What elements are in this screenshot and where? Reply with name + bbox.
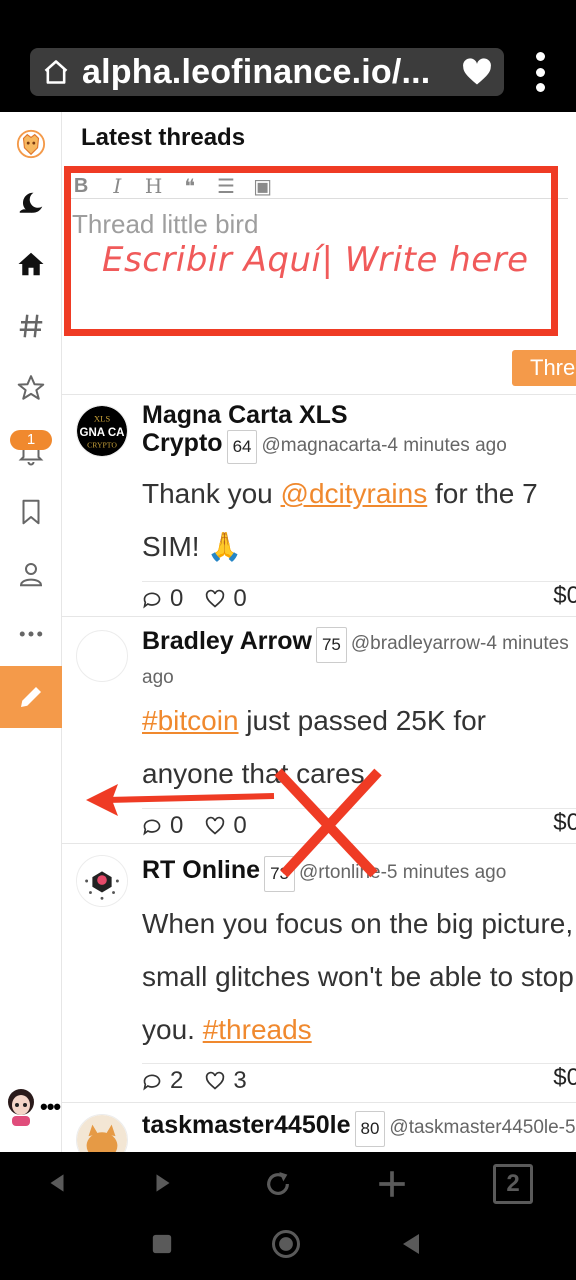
- post-text: just passed 25K for: [238, 705, 486, 736]
- tab-count-button[interactable]: 2: [493, 1164, 533, 1204]
- post-body: When you focus on the big picture, small…: [142, 897, 576, 1056]
- post-avatar[interactable]: [76, 855, 128, 907]
- post-text: Thank you: [142, 478, 281, 509]
- post-text: SIM! 🙏: [142, 531, 243, 562]
- post-author-name[interactable]: RT Online: [142, 856, 260, 884]
- thread-post[interactable]: RT Online 73 @rtonline-5 minutes ago When …: [62, 845, 576, 1103]
- annotation-write-here: Escribir Aquí| Write here: [102, 240, 529, 280]
- comment-icon: [143, 592, 161, 608]
- hashtag-link[interactable]: #bitcoin: [142, 705, 239, 736]
- post-author-name[interactable]: Magna Carta XLS: [142, 401, 576, 429]
- editor-toolbar: B I H ❝ ☰ ▣: [72, 174, 272, 198]
- address-bar[interactable]: alpha.leofinance.io/...: [30, 48, 504, 96]
- svg-text:CRYPTO: CRYPTO: [87, 440, 117, 449]
- system-back-icon[interactable]: [398, 1230, 424, 1258]
- thread-post[interactable]: XLS GNA CA CRYPTO Magna Carta XLS Crypto…: [62, 395, 576, 617]
- dark-mode-icon[interactable]: [13, 186, 49, 222]
- bold-button[interactable]: B: [72, 175, 90, 198]
- payout-value: $0: [553, 1064, 576, 1091]
- home-nav-icon[interactable]: [13, 246, 49, 282]
- heart-outline-icon: [206, 1071, 225, 1090]
- image-button[interactable]: ▣: [253, 174, 272, 198]
- post-author-name-cont[interactable]: Crypto: [142, 429, 223, 457]
- like-action[interactable]: 3: [205, 1066, 247, 1095]
- bookmark-icon[interactable]: [13, 494, 49, 530]
- post-header: taskmaster4450le80@taskmaster4450le-5 mi…: [142, 1110, 576, 1152]
- post-body: Thank you @dcityrains for the 7 SIM! 🙏: [142, 467, 576, 573]
- hashtag-link[interactable]: #threads: [203, 1014, 312, 1045]
- more-horizontal-icon[interactable]: [13, 616, 49, 652]
- leofinance-logo-icon[interactable]: [13, 126, 49, 162]
- post-handle-time-cont: ago: [142, 666, 174, 688]
- bottom-navigation: 2: [0, 1152, 576, 1280]
- post-header: Bradley Arrow 75 @bradleyarrow-4 minutes a…: [142, 626, 576, 693]
- post-header: Magna Carta XLS Crypto 64 @magnacarta-4 mi…: [142, 401, 576, 464]
- browser-toolbar: alpha.leofinance.io/...: [0, 0, 576, 112]
- home-icon[interactable]: [42, 58, 70, 86]
- like-action[interactable]: 0: [205, 584, 247, 613]
- system-home-icon[interactable]: [270, 1228, 302, 1260]
- hashtag-icon[interactable]: [13, 308, 49, 344]
- reputation-badge: 75: [315, 626, 347, 663]
- profile-icon[interactable]: [13, 556, 49, 592]
- annotation-arrow: [86, 784, 275, 816]
- comment-count: 0: [170, 584, 184, 612]
- thread-submit-button[interactable]: Thread: [512, 350, 576, 386]
- reputation-badge: 80: [354, 1110, 386, 1147]
- annotation-x-mark: [274, 768, 382, 878]
- mention-link[interactable]: @dcityrains: [281, 478, 428, 509]
- post-handle-time[interactable]: @bradleyarrow-4 minutes: [351, 633, 569, 654]
- svg-text:GNA CA: GNA CA: [80, 427, 126, 439]
- svg-text:XLS: XLS: [94, 413, 111, 423]
- list-button[interactable]: ☰: [217, 174, 235, 198]
- main-content: Latest threads B I H ❝ ☰ ▣ Thread little…: [62, 112, 576, 1152]
- comment-icon: [143, 1074, 161, 1090]
- star-icon[interactable]: [13, 370, 49, 406]
- post-author-name[interactable]: taskmaster4450le: [142, 1111, 351, 1139]
- post-text: for the 7: [427, 478, 538, 509]
- payout-value: $0: [553, 582, 576, 609]
- heart-outline-icon: [206, 589, 225, 608]
- post-handle-time[interactable]: @magnacarta-4 minutes ago: [261, 435, 506, 456]
- like-count: 0: [233, 584, 247, 612]
- like-count: 3: [233, 1066, 247, 1094]
- post-text: small glitches won't be able to stop: [142, 961, 574, 992]
- url-text[interactable]: alpha.leofinance.io/...: [82, 53, 462, 92]
- comment-count: 2: [170, 1066, 184, 1094]
- reputation-badge: 64: [226, 429, 258, 464]
- editor-placeholder[interactable]: Thread little bird: [72, 209, 258, 240]
- user-avatar[interactable]: [4, 1086, 38, 1126]
- post-actions: 2 3 $0: [142, 1063, 576, 1097]
- post-actions: 0 0 $0: [142, 581, 576, 615]
- heart-icon[interactable]: [462, 58, 492, 86]
- new-tab-icon[interactable]: [372, 1164, 412, 1204]
- forward-arrow-icon[interactable]: [146, 1166, 180, 1200]
- back-arrow-icon[interactable]: [40, 1166, 74, 1200]
- italic-button[interactable]: I: [108, 174, 126, 198]
- post-avatar[interactable]: [76, 630, 128, 682]
- quote-button[interactable]: ❝: [181, 174, 199, 198]
- compose-button[interactable]: [0, 666, 62, 728]
- thread-post[interactable]: taskmaster4450le80@taskmaster4450le-5 mi…: [62, 1104, 576, 1152]
- page-title: Latest threads: [81, 124, 246, 151]
- post-author-name[interactable]: Bradley Arrow: [142, 627, 312, 655]
- post-avatar[interactable]: [76, 1114, 128, 1152]
- more-vertical-icon[interactable]: [532, 52, 548, 92]
- notification-badge: 1: [10, 430, 52, 450]
- pencil-icon: [21, 687, 41, 707]
- user-menu-dots[interactable]: •••: [40, 1094, 61, 1120]
- comment-action[interactable]: 0: [142, 585, 183, 613]
- recent-apps-icon[interactable]: [150, 1232, 174, 1256]
- comment-action[interactable]: 2: [142, 1067, 183, 1095]
- post-text: When you focus on the big picture,: [142, 908, 574, 939]
- post-text: you.: [142, 1014, 203, 1045]
- payout-value: $0: [553, 809, 576, 836]
- post-avatar[interactable]: XLS GNA CA CRYPTO: [76, 405, 128, 457]
- web-page: 1 ••• Latest threads B I H ❝ ☰ ▣ Thread …: [0, 112, 576, 1152]
- heading-button[interactable]: H: [144, 174, 162, 198]
- reload-icon[interactable]: [258, 1164, 298, 1204]
- sidebar: 1 •••: [0, 112, 62, 1152]
